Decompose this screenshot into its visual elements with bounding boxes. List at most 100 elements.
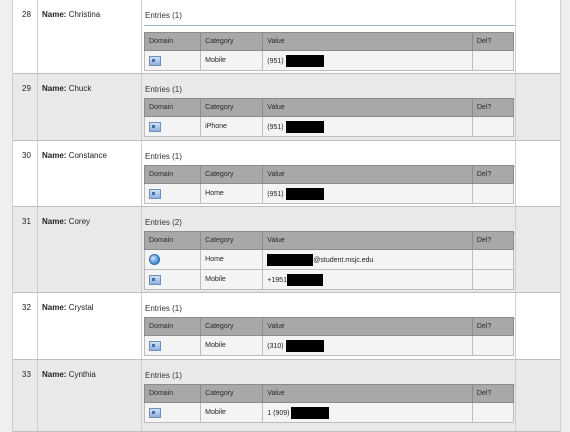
name-label: Name: bbox=[42, 151, 67, 160]
card-icon bbox=[149, 340, 161, 351]
entry-category: Mobile bbox=[200, 335, 264, 356]
delete-cell[interactable] bbox=[471, 116, 515, 137]
card-icon bbox=[149, 274, 161, 285]
delete-cell[interactable] bbox=[471, 335, 515, 356]
entries-table: Domain Category Value Del? Home @student.ms… bbox=[143, 231, 515, 290]
redaction-bar bbox=[285, 120, 324, 133]
entry-row: Mobile 1 (909) bbox=[143, 402, 515, 423]
delete-cell[interactable] bbox=[471, 402, 515, 423]
category-header: Category bbox=[200, 231, 264, 250]
entry-value: +1951 bbox=[267, 276, 287, 284]
category-header: Category bbox=[200, 317, 264, 336]
domain-header: Domain bbox=[143, 98, 202, 117]
card-icon bbox=[149, 188, 161, 199]
entry-category: Mobile bbox=[200, 50, 264, 71]
contact-name: Corey bbox=[68, 217, 91, 226]
entry-value: (310) bbox=[267, 342, 286, 350]
domain-header: Domain bbox=[143, 165, 202, 184]
row-number: 31 bbox=[22, 217, 31, 226]
entries-table: Domain Category Value Del? iPhone (951) bbox=[143, 98, 515, 137]
contact-name: Chuck bbox=[68, 84, 92, 93]
entries-count: Entries (1) bbox=[145, 11, 182, 20]
entry-row: Mobile +1951 bbox=[143, 269, 515, 290]
entry-row: Mobile (951) bbox=[143, 50, 515, 71]
entries-count: Entries (2) bbox=[145, 218, 182, 227]
row-number: 32 bbox=[22, 303, 31, 312]
delete-cell[interactable] bbox=[471, 249, 515, 270]
category-header: Category bbox=[200, 384, 264, 403]
redaction-bar bbox=[291, 406, 330, 419]
entry-category: Home bbox=[200, 183, 264, 204]
contact-name: Christina bbox=[68, 10, 101, 19]
value-header: Value bbox=[262, 231, 473, 250]
entry-category: iPhone bbox=[200, 116, 264, 137]
contact-name: Constance bbox=[68, 151, 107, 160]
redaction-bar bbox=[285, 54, 324, 67]
entry-value: @student.msjc.edu bbox=[313, 256, 374, 264]
delete-header: Del? bbox=[471, 231, 515, 250]
redaction-bar bbox=[286, 273, 323, 286]
entries-count: Entries (1) bbox=[145, 371, 182, 380]
delete-cell[interactable] bbox=[471, 269, 515, 290]
name-label: Name: bbox=[42, 10, 67, 19]
delete-header: Del? bbox=[471, 165, 515, 184]
entries-count: Entries (1) bbox=[145, 304, 182, 313]
entries-table: Domain Category Value Del? Home (951) bbox=[143, 165, 515, 204]
name-label: Name: bbox=[42, 217, 67, 226]
row-number: 30 bbox=[22, 151, 31, 160]
card-icon bbox=[149, 407, 161, 418]
category-header: Category bbox=[200, 165, 264, 184]
row-number: 28 bbox=[22, 10, 31, 19]
entry-row: Home (951) bbox=[143, 183, 515, 204]
contact-name: Crystal bbox=[68, 303, 94, 312]
entry-category: Mobile bbox=[200, 402, 264, 423]
entry-value: (951) bbox=[267, 123, 286, 131]
row-number: 29 bbox=[22, 84, 31, 93]
value-header: Value bbox=[262, 32, 473, 51]
entry-category: Home bbox=[200, 249, 264, 270]
entry-value: (951) bbox=[267, 190, 286, 198]
card-icon bbox=[149, 121, 161, 132]
contact-row-28: 28 Name: Christina Entries (1) Domain Cat… bbox=[13, 0, 560, 74]
contact-name: Cynthia bbox=[68, 370, 96, 379]
contacts-table: 28 Name: Christina Entries (1) Domain Cat… bbox=[12, 0, 561, 432]
contact-row-31: 31 Name: Corey Entries (2) Domain Categor… bbox=[13, 207, 560, 293]
redaction-bar bbox=[285, 339, 324, 352]
delete-cell[interactable] bbox=[471, 183, 515, 204]
redaction-bar bbox=[267, 253, 314, 266]
domain-header: Domain bbox=[143, 32, 202, 51]
name-label: Name: bbox=[42, 303, 67, 312]
entries-count: Entries (1) bbox=[145, 152, 182, 161]
contact-row-32: 32 Name: Crystal Entries (1) Domain Categ… bbox=[13, 293, 560, 360]
contact-row-30: 30 Name: Constance Entries (1) Domain Cat… bbox=[13, 141, 560, 207]
contact-row-33: 33 Name: Cynthia Entries (1) Domain Categ… bbox=[13, 360, 560, 432]
entries-table: Domain Category Value Del? Mobile 1 (909) bbox=[143, 384, 515, 423]
contact-row-29: 29 Name: Chuck Entries (1) Domain Categor… bbox=[13, 74, 560, 141]
entries-count: Entries (1) bbox=[145, 85, 182, 94]
entry-row: Home @student.msjc.edu bbox=[143, 249, 515, 270]
row-number: 33 bbox=[22, 370, 31, 379]
delete-header: Del? bbox=[471, 32, 515, 51]
domain-header: Domain bbox=[143, 317, 202, 336]
delete-header: Del? bbox=[471, 384, 515, 403]
globe-icon bbox=[149, 254, 160, 265]
value-header: Value bbox=[262, 384, 473, 403]
domain-header: Domain bbox=[143, 384, 202, 403]
name-label: Name: bbox=[42, 370, 67, 379]
delete-header: Del? bbox=[471, 98, 515, 117]
entry-value: (951) bbox=[267, 57, 286, 65]
entries-table: Domain Category Value Del? Mobile (951) bbox=[143, 32, 515, 71]
entries-table: Domain Category Value Del? Mobile (310) bbox=[143, 317, 515, 356]
domain-header: Domain bbox=[143, 231, 202, 250]
card-icon bbox=[149, 55, 161, 66]
delete-cell[interactable] bbox=[471, 50, 515, 71]
category-header: Category bbox=[200, 32, 264, 51]
entry-row: iPhone (951) bbox=[143, 116, 515, 137]
entry-category: Mobile bbox=[200, 269, 264, 290]
value-header: Value bbox=[262, 98, 473, 117]
name-label: Name: bbox=[42, 84, 67, 93]
redaction-bar bbox=[285, 187, 324, 200]
entry-value: 1 (909) bbox=[267, 409, 292, 417]
delete-header: Del? bbox=[471, 317, 515, 336]
value-header: Value bbox=[262, 317, 473, 336]
